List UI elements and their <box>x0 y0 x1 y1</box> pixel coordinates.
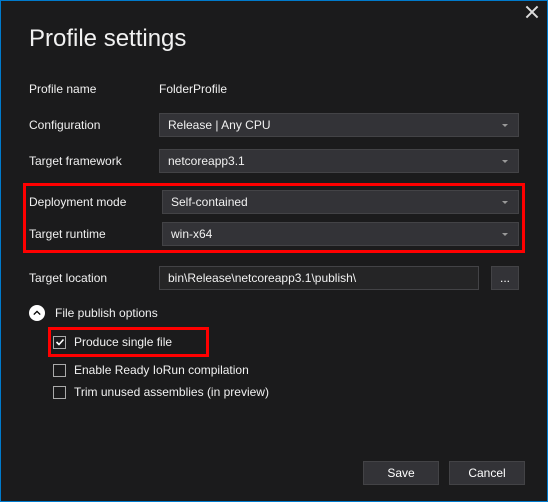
target-location-label: Target location <box>29 271 159 285</box>
deployment-mode-dropdown[interactable]: Self-contained <box>162 190 519 214</box>
highlight-box-2: Produce single file <box>48 327 209 357</box>
target-runtime-value: win-x64 <box>171 227 212 241</box>
page-title: Profile settings <box>29 25 519 53</box>
target-location-field[interactable]: bin\Release\netcoreapp3.1\publish\ <box>159 266 479 290</box>
profile-name-label: Profile name <box>29 82 159 96</box>
enable-ready2run-label: Enable Ready IoRun compilation <box>74 363 249 377</box>
file-publish-label: File publish options <box>55 306 158 320</box>
cancel-button[interactable]: Cancel <box>449 461 525 485</box>
target-runtime-label: Target runtime <box>29 227 162 241</box>
target-location-value: bin\Release\netcoreapp3.1\publish\ <box>168 271 356 285</box>
highlight-box-1: Deployment mode Self-contained Target ru… <box>23 183 525 253</box>
configuration-label: Configuration <box>29 118 159 132</box>
trim-unused-label: Trim unused assemblies (in preview) <box>74 385 269 399</box>
deployment-mode-label: Deployment mode <box>29 195 162 209</box>
browse-button[interactable]: ... <box>491 266 519 290</box>
profile-name-value: FolderProfile <box>159 82 519 96</box>
save-button[interactable]: Save <box>363 461 439 485</box>
close-icon[interactable] <box>525 5 539 19</box>
target-runtime-dropdown[interactable]: win-x64 <box>162 222 519 246</box>
file-publish-toggle[interactable]: File publish options <box>29 305 519 321</box>
target-framework-label: Target framework <box>29 154 159 168</box>
trim-unused-checkbox[interactable] <box>53 386 66 399</box>
produce-single-file-label: Produce single file <box>74 335 172 349</box>
produce-single-file-checkbox[interactable] <box>53 336 66 349</box>
deployment-mode-value: Self-contained <box>171 195 248 209</box>
configuration-value: Release | Any CPU <box>168 118 271 132</box>
target-framework-value: netcoreapp3.1 <box>168 154 245 168</box>
chevron-up-icon <box>29 305 45 321</box>
configuration-dropdown[interactable]: Release | Any CPU <box>159 113 519 137</box>
target-framework-dropdown[interactable]: netcoreapp3.1 <box>159 149 519 173</box>
enable-ready2run-checkbox[interactable] <box>53 364 66 377</box>
